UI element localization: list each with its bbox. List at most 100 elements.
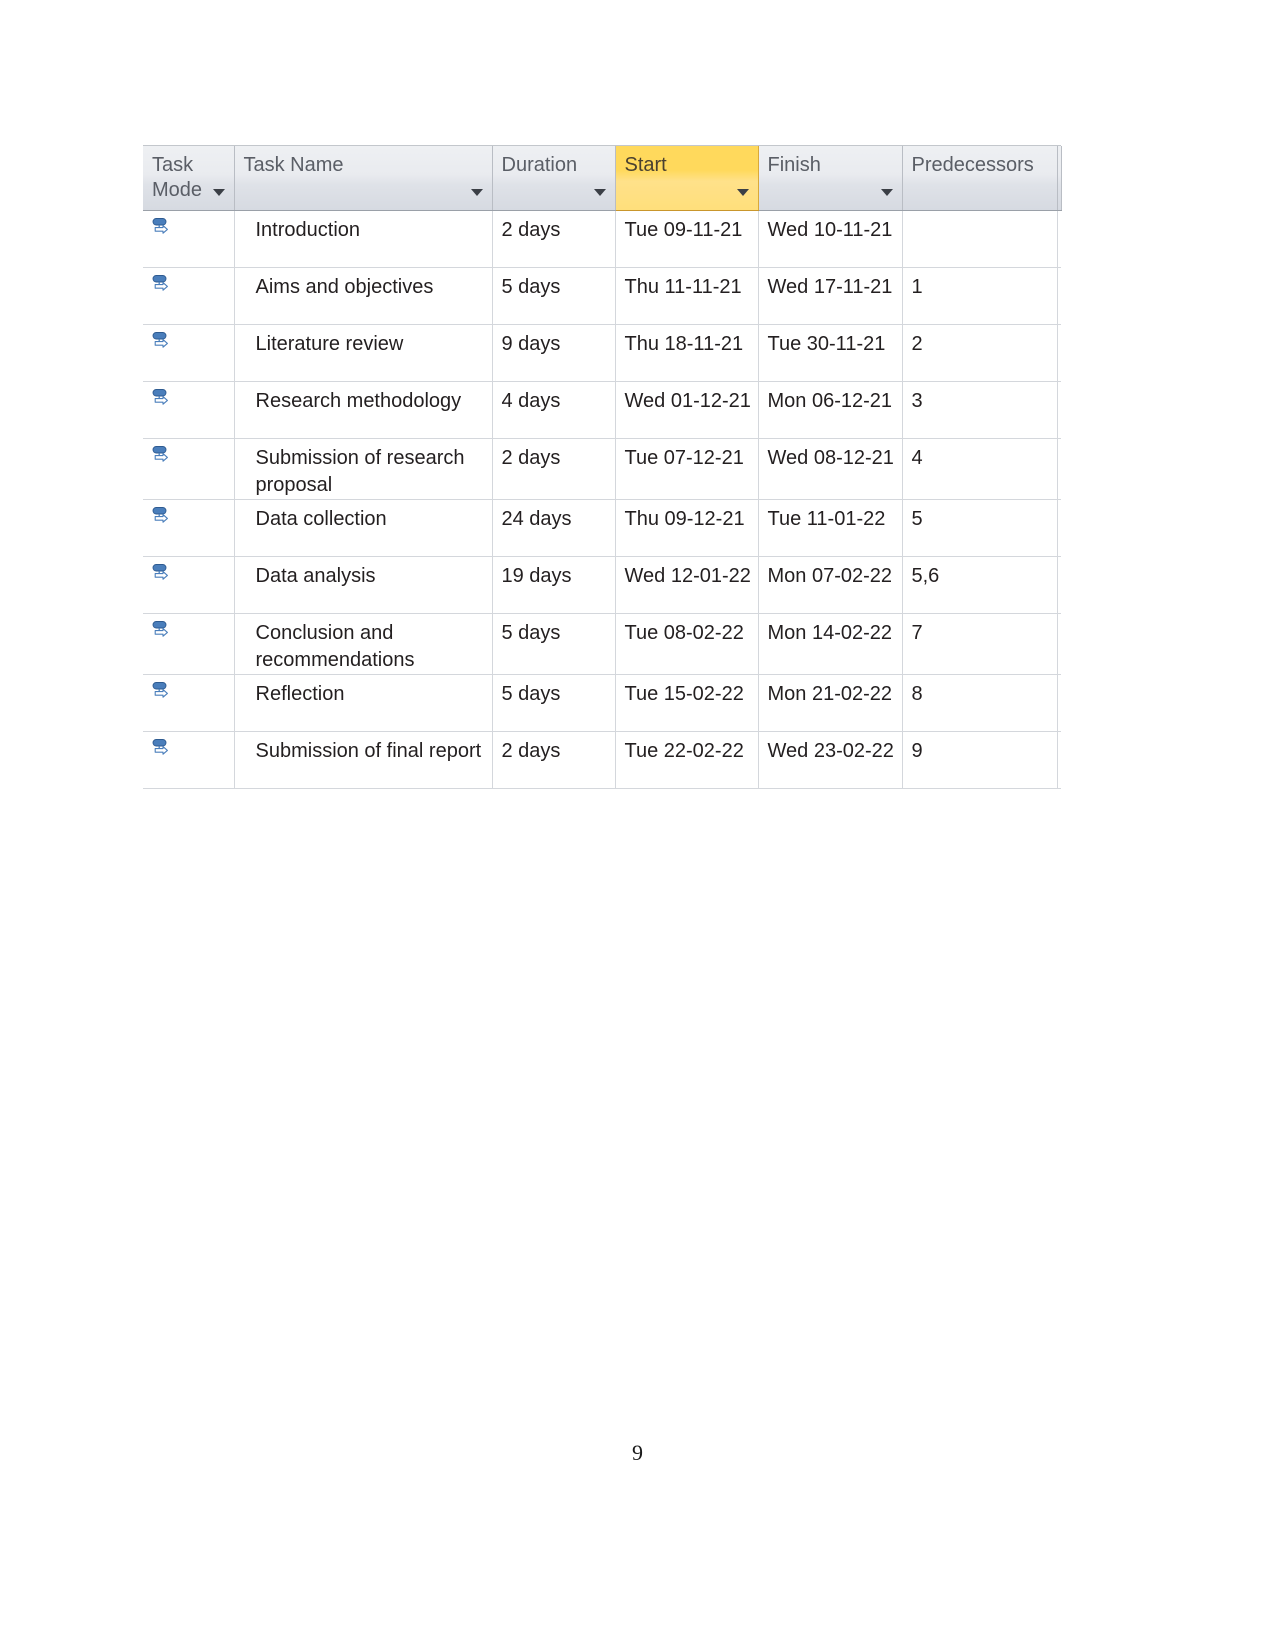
cell-duration[interactable]: 24 days (492, 499, 616, 557)
table-row[interactable]: Literature review 9 days Thu 18-11-21 Tue 3… (143, 324, 1061, 382)
cell-predecessors[interactable]: 7 (902, 613, 1058, 675)
cell-task-mode[interactable] (143, 438, 235, 500)
column-header-finish[interactable]: Finish (758, 146, 903, 211)
filter-dropdown-icon-task-name[interactable] (470, 188, 483, 196)
cell-predecessors[interactable]: 3 (902, 381, 1058, 439)
cell-task-name[interactable]: Aims and objectives (234, 267, 493, 325)
column-header-finish-label: Finish (767, 154, 821, 176)
cell-duration[interactable]: 4 days (492, 381, 616, 439)
cell-predecessors[interactable]: 5,6 (902, 556, 1058, 614)
table-row[interactable]: Aims and objectives 5 days Thu 11-11-21 Wed… (143, 267, 1061, 325)
cell-predecessors[interactable]: 1 (902, 267, 1058, 325)
cell-duration[interactable]: 2 days (492, 438, 616, 500)
cell-task-name[interactable]: Reflection (234, 674, 493, 732)
filter-dropdown-icon-task-mode[interactable] (212, 188, 225, 196)
cell-predecessors[interactable]: 2 (902, 324, 1058, 382)
manually-scheduled-icon (151, 680, 233, 702)
cell-clipped (1057, 613, 1061, 675)
cell-clipped (1057, 438, 1061, 500)
page-number: 9 (632, 1440, 643, 1465)
manually-scheduled-icon (151, 387, 233, 409)
cell-duration[interactable]: 2 days (492, 731, 616, 789)
cell-start[interactable]: Tue 09-11-21 (615, 210, 759, 268)
table-row[interactable]: Conclusion and recommendations 5 days Tue … (143, 613, 1061, 675)
cell-task-mode[interactable] (143, 674, 235, 732)
cell-clipped (1057, 324, 1061, 382)
cell-clipped (1057, 210, 1061, 268)
table-row[interactable]: Introduction 2 days Tue 09-11-21 Wed 10-11-… (143, 210, 1061, 268)
cell-task-name[interactable]: Research methodology (234, 381, 493, 439)
cell-task-name[interactable]: Conclusion and recommendations (234, 613, 493, 675)
task-grid: Task Mode Task Name Duration Start Finis… (143, 146, 1062, 789)
cell-start[interactable]: Wed 01-12-21 (615, 381, 759, 439)
column-header-start[interactable]: Start (614, 146, 759, 211)
table-row[interactable]: Submission of research proposal 2 days Tue… (143, 438, 1061, 500)
cell-predecessors[interactable]: 4 (902, 438, 1058, 500)
filter-dropdown-icon-duration[interactable] (593, 188, 606, 196)
cell-start[interactable]: Tue 07-12-21 (615, 438, 759, 500)
table-row[interactable]: Data analysis 19 days Wed 12-01-22 Mon 07-0… (143, 556, 1061, 614)
cell-task-name[interactable]: Submission of research proposal (234, 438, 493, 500)
column-header-task-name[interactable]: Task Name (234, 146, 493, 211)
cell-finish[interactable]: Wed 23-02-22 (758, 731, 903, 789)
cell-task-name[interactable]: Data collection (234, 499, 493, 557)
cell-task-name[interactable]: Submission of final report (234, 731, 493, 789)
cell-start[interactable]: Thu 09-12-21 (615, 499, 759, 557)
cell-task-mode[interactable] (143, 731, 235, 789)
column-header-duration[interactable]: Duration (492, 146, 616, 211)
cell-predecessors[interactable]: 8 (902, 674, 1058, 732)
table-row[interactable]: Submission of final report 2 days Tue 22-0… (143, 731, 1061, 789)
column-header-task-mode[interactable]: Task Mode (143, 146, 235, 211)
cell-task-name[interactable]: Data analysis (234, 556, 493, 614)
cell-duration[interactable]: 19 days (492, 556, 616, 614)
cell-duration[interactable]: 5 days (492, 674, 616, 732)
cell-predecessors[interactable] (902, 210, 1058, 268)
cell-start[interactable]: Thu 11-11-21 (615, 267, 759, 325)
cell-finish[interactable]: Mon 14-02-22 (758, 613, 903, 675)
filter-dropdown-icon-finish[interactable] (880, 188, 893, 196)
table-row[interactable]: Data collection 24 days Thu 09-12-21 Tue 11… (143, 499, 1061, 557)
cell-task-mode[interactable] (143, 210, 235, 268)
cell-task-name[interactable]: Introduction (234, 210, 493, 268)
cell-clipped (1057, 499, 1061, 557)
cell-clipped (1057, 674, 1061, 732)
cell-start[interactable]: Tue 15-02-22 (615, 674, 759, 732)
cell-task-mode[interactable] (143, 324, 235, 382)
cell-finish[interactable]: Tue 30-11-21 (758, 324, 903, 382)
cell-task-mode[interactable] (143, 381, 235, 439)
cell-predecessors[interactable]: 5 (902, 499, 1058, 557)
cell-start[interactable]: Tue 22-02-22 (615, 731, 759, 789)
cell-duration[interactable]: 5 days (492, 613, 616, 675)
cell-duration[interactable]: 2 days (492, 210, 616, 268)
cell-finish[interactable]: Mon 07-02-22 (758, 556, 903, 614)
cell-predecessors[interactable]: 9 (902, 731, 1058, 789)
cell-clipped (1057, 731, 1061, 789)
cell-start[interactable]: Wed 12-01-22 (615, 556, 759, 614)
cell-finish[interactable]: Mon 21-02-22 (758, 674, 903, 732)
table-row[interactable]: Reflection 5 days Tue 15-02-22 Mon 21-02-22… (143, 674, 1061, 732)
manually-scheduled-icon (151, 330, 233, 352)
cell-task-mode[interactable] (143, 267, 235, 325)
column-header-predecessors[interactable]: Predecessors (902, 146, 1058, 211)
filter-dropdown-icon-start[interactable] (736, 188, 749, 196)
manually-scheduled-icon (151, 619, 233, 641)
cell-finish[interactable]: Wed 08-12-21 (758, 438, 903, 500)
project-task-table[interactable]: Task Mode Task Name Duration Start Finis… (143, 145, 1062, 789)
cell-task-mode[interactable] (143, 556, 235, 614)
cell-finish[interactable]: Mon 06-12-21 (758, 381, 903, 439)
table-row[interactable]: Research methodology 4 days Wed 01-12-21 Mo… (143, 381, 1061, 439)
table-body: Introduction 2 days Tue 09-11-21 Wed 10-11-… (143, 210, 1061, 789)
cell-duration[interactable]: 5 days (492, 267, 616, 325)
manually-scheduled-icon (151, 216, 233, 238)
cell-task-mode[interactable] (143, 613, 235, 675)
cell-start[interactable]: Thu 18-11-21 (615, 324, 759, 382)
cell-finish[interactable]: Wed 17-11-21 (758, 267, 903, 325)
cell-duration[interactable]: 9 days (492, 324, 616, 382)
cell-task-name[interactable]: Literature review (234, 324, 493, 382)
column-header-clipped[interactable] (1057, 146, 1062, 211)
cell-finish[interactable]: Tue 11-01-22 (758, 499, 903, 557)
cell-finish[interactable]: Wed 10-11-21 (758, 210, 903, 268)
cell-clipped (1057, 267, 1061, 325)
cell-start[interactable]: Tue 08-02-22 (615, 613, 759, 675)
cell-task-mode[interactable] (143, 499, 235, 557)
